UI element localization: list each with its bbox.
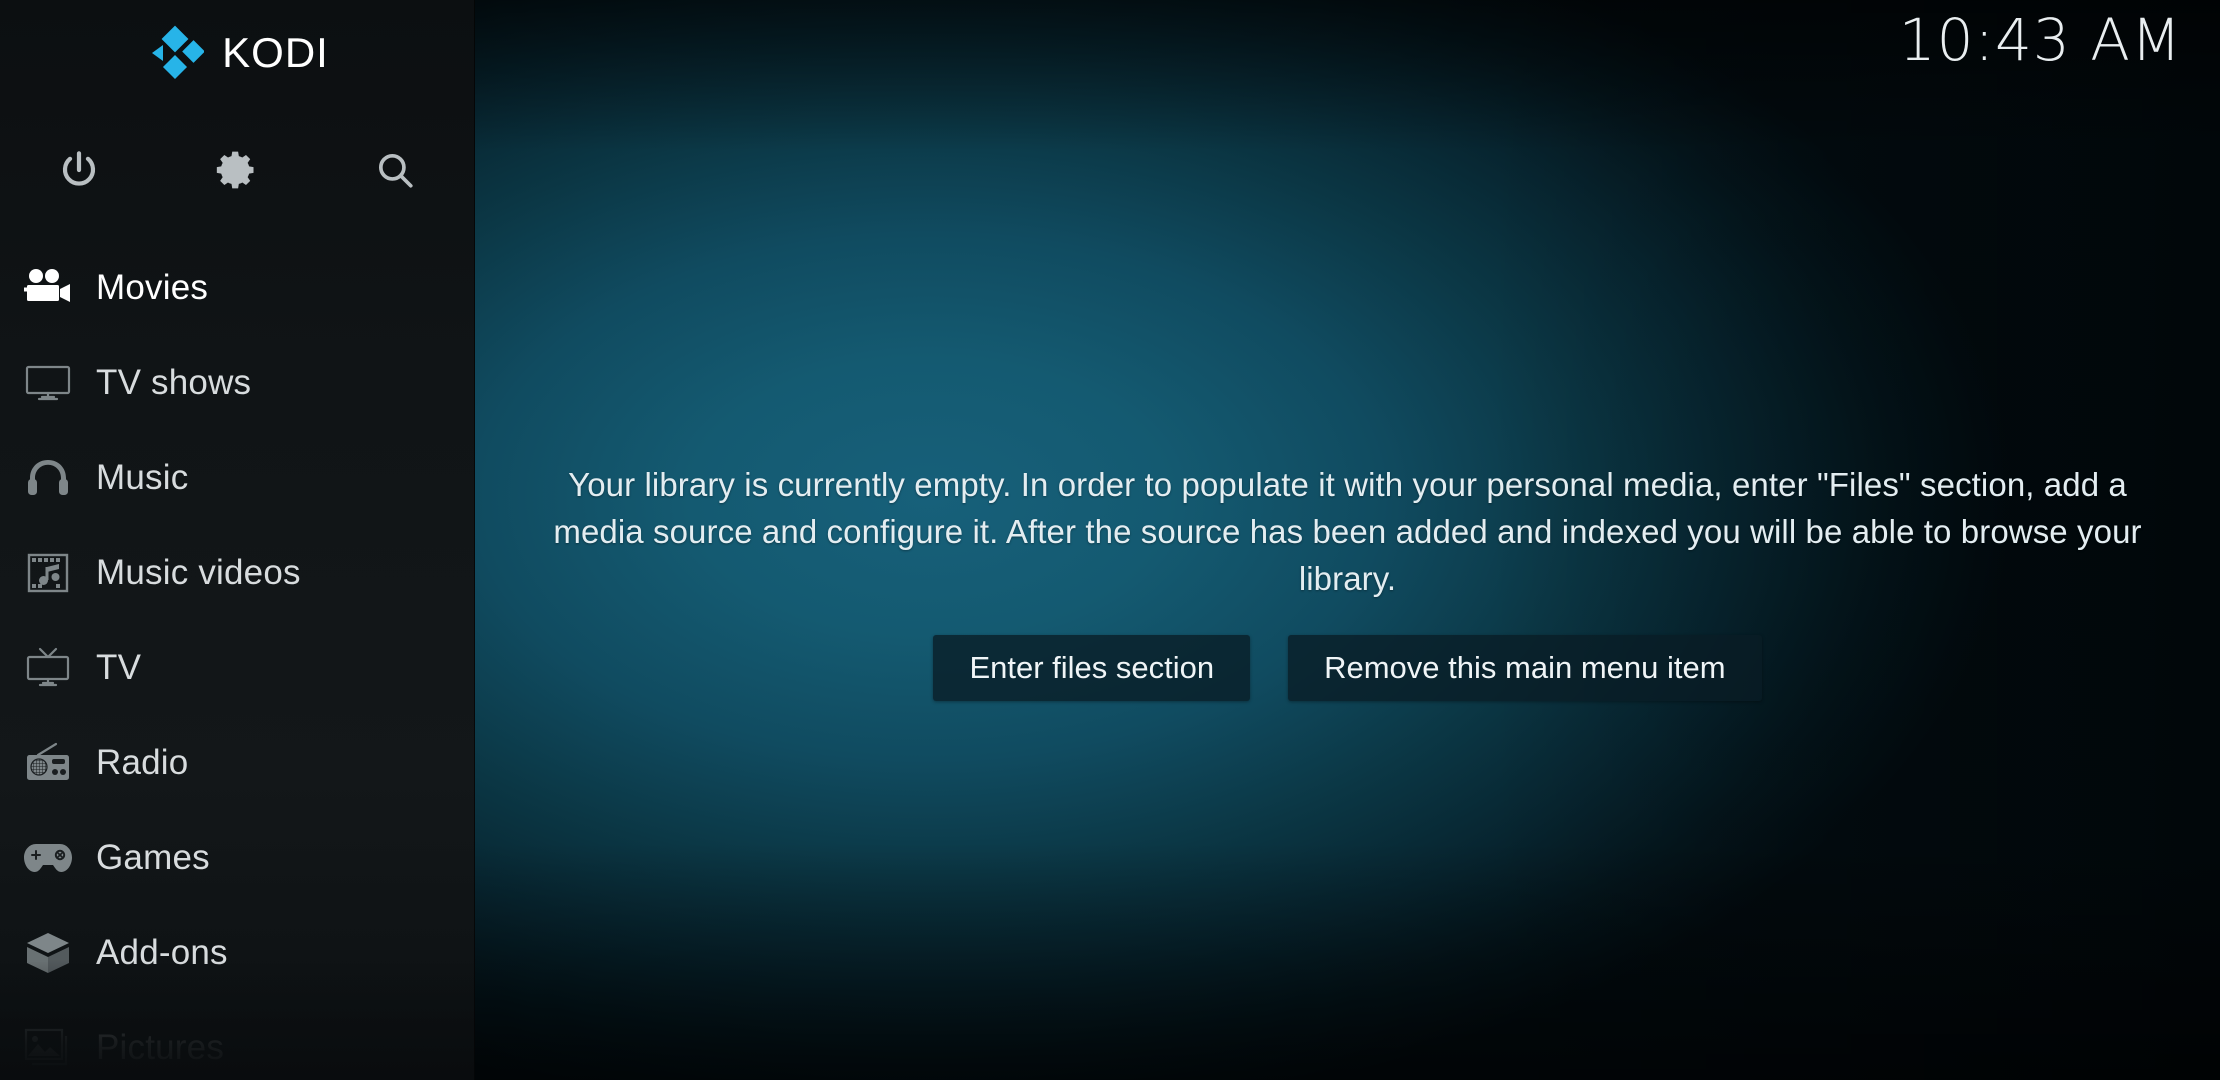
search-button[interactable] [316,149,474,191]
picture-icon [0,1028,96,1068]
sidebar-item-label: Add-ons [96,932,228,972]
kodi-logo-icon [152,25,205,80]
sidebar-item-label: TV shows [96,362,252,402]
headphones-icon [0,457,96,499]
sidebar-item-label: TV [96,647,142,687]
sidebar-item-add-ons[interactable]: Add-ons [0,905,475,1000]
sidebar-item-tv-shows[interactable]: TV shows [0,335,475,430]
sidebar-item-music-videos[interactable]: Music videos [0,525,475,620]
sidebar-item-label: Games [96,837,210,877]
remove-main-menu-item-button[interactable]: Remove this main menu item [1288,634,1762,701]
enter-files-section-button[interactable]: Enter files section [933,634,1251,701]
search-icon [378,153,413,188]
sidebar-item-music[interactable]: Music [0,430,475,525]
sidebar-item-label: Music [96,457,189,497]
film-music-icon [0,551,96,595]
sidebar-toolbar [0,130,475,210]
settings-icon [216,151,254,189]
sidebar-item-label: Music videos [96,552,301,592]
gamepad-icon [0,841,96,875]
sidebar-item-tv[interactable]: TV [0,620,475,715]
main-menu: Movies TV shows Music Music videos TV Ra… [0,240,475,1080]
sidebar-item-movies[interactable]: Movies [0,240,475,335]
empty-library-message: Your library is currently empty. In orde… [553,466,2142,597]
open-box-icon [0,931,96,975]
power-button[interactable] [0,149,158,191]
movie-camera-icon [0,267,96,309]
app-name: KODI [222,29,329,76]
sidebar-item-radio[interactable]: Radio [0,715,475,810]
radio-icon [0,742,96,784]
monitor-icon [0,363,96,403]
sidebar-item-label: Radio [96,742,189,782]
sidebar-item-pictures[interactable]: Pictures [0,1000,475,1080]
empty-library-panel: Your library is currently empty. In orde… [528,462,2168,701]
sidebar: KODI Movies TV shows Music Music videos … [0,0,475,1080]
settings-button[interactable] [158,148,316,192]
empty-library-actions: Enter files section Remove this main men… [528,634,2168,701]
power-icon [62,151,96,186]
television-icon [0,647,96,689]
sidebar-item-games[interactable]: Games [0,810,475,905]
sidebar-item-label: Movies [96,267,209,307]
sidebar-item-label: Pictures [96,1027,225,1067]
main-content: Your library is currently empty. In orde… [475,0,2220,1080]
app-logo: KODI [0,18,475,88]
kodi-home-screen: KODI Movies TV shows Music Music videos … [0,0,2220,1080]
